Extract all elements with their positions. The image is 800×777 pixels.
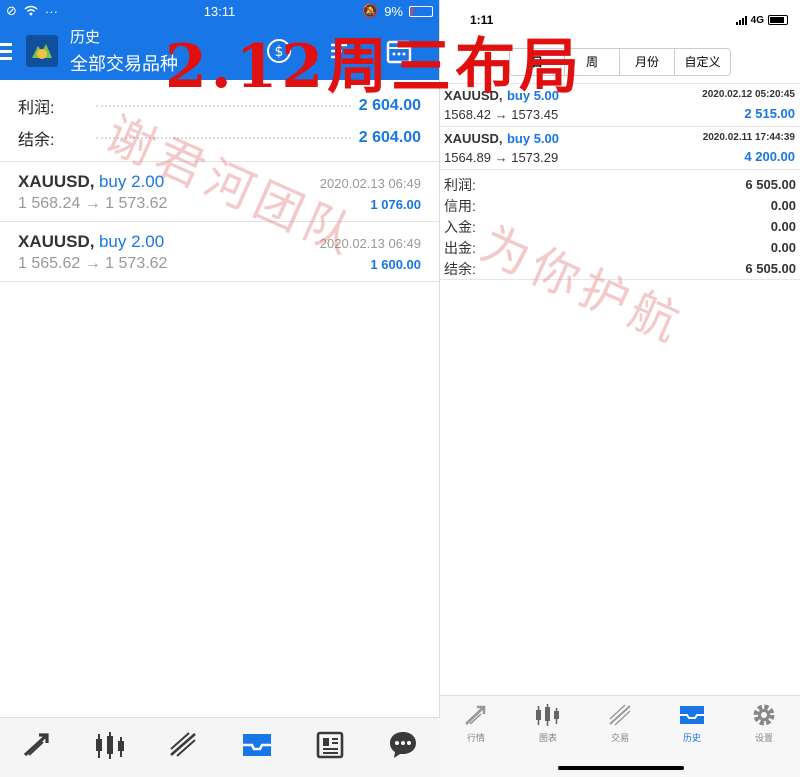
symbol-filter[interactable]: 全部交易品种 [70,50,178,76]
tab-bar: 行情 图表 交易 历史 设置 [440,695,800,777]
tab-history[interactable]: 历史 [656,696,728,777]
deal-row[interactable]: XAUUSD, buy 5.00 1564.89 → 1573.29 2020.… [440,127,800,170]
summary-label: 入金: [444,218,476,235]
summary-label: 利润: [18,100,55,117]
deal-prices: 1568.42 → 1573.45 [444,107,559,122]
tab-label: 图表 [538,733,557,743]
candlestick-icon [534,702,562,728]
summary-label: 利润: [444,176,476,193]
nav-chart[interactable] [73,718,146,777]
gear-icon [751,702,777,728]
deal-date: 2020.02.12 05:20:45 [702,89,795,100]
summary-value: 6 505.00 [745,261,796,276]
summary-value: 6 505.00 [745,177,796,192]
summary-label: 出金: [444,239,476,256]
deal-profit: 2 515.00 [744,106,795,121]
summary-value: 0.00 [770,240,796,255]
nav-trade-trend[interactable] [147,718,220,777]
cellular-signal-icon [735,15,747,25]
deal-side: buy 5.00 [506,131,559,146]
summary-value: 0.00 [770,198,796,213]
nav-trade[interactable] [0,718,73,777]
network-type: 4G [750,14,764,26]
summary-label: 结余: [18,132,55,149]
mute-bell-icon: 🔕 [362,3,379,18]
android-screen: ⊘ ··· 13:11 🔕 9% 历史 全部交易品种 $ 利润: 2 604.0… [0,0,440,777]
deal-profit: 4 200.00 [744,149,795,164]
tab-settings[interactable]: 设置 [728,696,800,777]
inbox-history-icon [678,702,706,728]
page-title: 历史 [70,29,101,46]
deal-side: buy 2.00 [98,232,165,251]
battery-icon [768,15,788,25]
tab-label: 历史 [682,733,701,743]
profit-row: 利润: 6 505.00 [444,174,796,195]
candlestick-icon [93,729,127,766]
chat-icon [387,729,419,766]
deal-profit: 1 076.00 [370,197,421,212]
deal-prices: 1 565.62 → 1 573.62 [18,255,168,272]
do-not-disturb-icon: ⊘ [6,3,17,18]
tab-label: 交易 [610,733,629,743]
bottom-navigation [0,717,440,777]
deal-symbol: XAUUSD, [444,131,503,146]
deal-date: 2020.02.11 17:44:39 [702,132,795,143]
segment-custom[interactable]: 自定义 [675,49,730,75]
summary-label: 信用: [444,197,476,214]
summary-value: 0.00 [770,219,796,234]
tab-quotes[interactable]: 行情 [440,696,512,777]
nav-news[interactable] [293,718,366,777]
summary-value: 2 604.00 [358,129,421,146]
wifi-icon [24,4,38,19]
deal-symbol: XAUUSD, [18,232,95,251]
deal-row[interactable]: XAUUSD, buy 2.00 1 565.62 → 1 573.62 202… [0,222,439,282]
app-logo-icon [26,35,58,67]
chart-trend-icon [167,729,199,766]
segment-month[interactable]: 月份 [620,48,675,75]
battery-percent: 9% [384,3,403,19]
ios-screen: 1:11 4G 日 周 月份 自定义 XAUUSD, buy 5.00 1568… [440,0,800,777]
news-icon [314,729,346,766]
headline-overlay: 2.12周三布局 [165,32,584,102]
tab-charts[interactable]: 图表 [512,696,584,777]
tab-label: 行情 [466,733,485,743]
nav-chat[interactable] [367,718,440,777]
tab-label: 设置 [754,733,773,743]
deal-symbol: XAUUSD, [18,172,95,191]
menu-icon[interactable] [0,42,18,60]
chart-trend-icon [607,702,633,728]
nav-history[interactable] [220,718,293,777]
deal-prices: 1564.89 → 1573.29 [444,150,559,165]
tab-trade[interactable]: 交易 [584,696,656,777]
status-time: 13:11 [203,3,236,19]
inbox-history-icon [240,730,274,765]
trade-arrows-icon [463,702,489,728]
home-indicator [558,766,684,770]
deal-profit: 1 600.00 [370,257,421,272]
battery-icon [409,5,433,17]
more-dots-icon: ··· [44,3,58,19]
trade-arrows-icon [21,729,53,766]
